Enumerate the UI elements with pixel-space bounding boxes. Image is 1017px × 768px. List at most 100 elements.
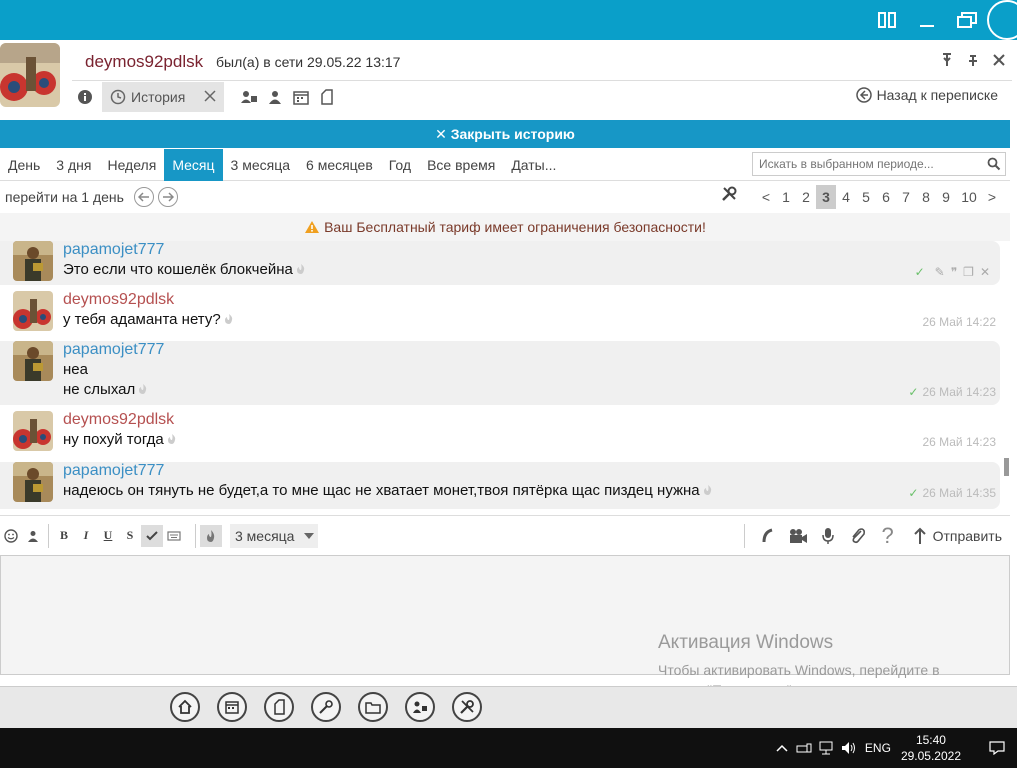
- help-icon[interactable]: ?: [877, 523, 899, 548]
- history-search-input[interactable]: [759, 157, 979, 171]
- history-search[interactable]: [752, 152, 1006, 176]
- italic-button[interactable]: I: [75, 525, 97, 547]
- emoji-icon[interactable]: [0, 525, 22, 547]
- users-lock-icon[interactable]: [238, 86, 260, 108]
- folder-icon[interactable]: [358, 692, 388, 722]
- next-day-icon[interactable]: [157, 187, 178, 207]
- message-author[interactable]: papamojet777: [63, 462, 164, 480]
- note-icon[interactable]: [264, 692, 294, 722]
- key-icon[interactable]: [311, 692, 341, 722]
- tab-period[interactable]: Неделя: [99, 149, 164, 181]
- message-author[interactable]: deymos92pdlsk: [63, 411, 174, 429]
- message-item[interactable]: papamojet777 неа не слыхал ✓ 26 Май 14:23: [0, 341, 1000, 405]
- page-number[interactable]: 9: [936, 185, 956, 209]
- strike-button[interactable]: S: [119, 525, 141, 547]
- minimize-icon[interactable]: [907, 0, 947, 40]
- info-icon[interactable]: [74, 86, 96, 108]
- message-avatar[interactable]: [13, 411, 53, 451]
- tab-period[interactable]: Год: [381, 149, 419, 181]
- page-number[interactable]: 6: [876, 185, 896, 209]
- notifications-icon[interactable]: [977, 741, 1017, 755]
- message-list-scrollbar[interactable]: [1004, 458, 1009, 476]
- message-item[interactable]: deymos92pdlsk у тебя адаманта нету? 26 Май…: [0, 291, 1000, 335]
- page-prev[interactable]: <: [756, 185, 776, 209]
- contact-card-icon[interactable]: [22, 525, 44, 547]
- page-number[interactable]: 2: [796, 185, 816, 209]
- message-author[interactable]: papamojet777: [63, 241, 164, 259]
- tab-period[interactable]: Месяц: [164, 148, 223, 181]
- underline-button[interactable]: U: [97, 525, 119, 547]
- restore-icon[interactable]: [947, 0, 987, 40]
- page-number[interactable]: 1: [776, 185, 796, 209]
- chevron-up-icon[interactable]: [771, 728, 793, 768]
- message-line: Это если что кошелёк блокчейна: [63, 261, 293, 278]
- unpin-icon[interactable]: [965, 52, 981, 68]
- page-next[interactable]: >: [982, 185, 1002, 209]
- hardware-icon[interactable]: [793, 728, 815, 768]
- quote-icon[interactable]: ❞: [951, 265, 963, 279]
- arrow-up-icon: [913, 527, 926, 544]
- close-history-button[interactable]: ✕ Закрыть историю: [0, 120, 1010, 148]
- microphone-icon[interactable]: [817, 525, 839, 547]
- tab-period[interactable]: Даты...: [503, 149, 564, 181]
- phone-icon[interactable]: [757, 525, 779, 547]
- contact-avatar[interactable]: [0, 43, 60, 107]
- split-view-icon[interactable]: [867, 0, 907, 40]
- message-author[interactable]: papamojet777: [63, 341, 164, 359]
- tab-period[interactable]: День: [0, 149, 48, 181]
- volume-icon[interactable]: [837, 728, 859, 768]
- self-destruct-icon[interactable]: [200, 524, 222, 547]
- contacts-icon[interactable]: [264, 86, 286, 108]
- tools-icon[interactable]: [718, 185, 740, 209]
- attach-icon[interactable]: [847, 525, 869, 547]
- keyboard-icon[interactable]: [163, 525, 185, 547]
- tab-period[interactable]: 6 месяцев: [298, 149, 381, 181]
- message-avatar[interactable]: [13, 241, 53, 281]
- message-item[interactable]: deymos92pdlsk ну похуй тогда 26 Май 14:23: [0, 411, 1000, 455]
- message-ttl-select[interactable]: 3 месяца: [230, 523, 318, 548]
- prev-day-icon[interactable]: [133, 187, 154, 207]
- home-icon[interactable]: [170, 692, 200, 722]
- network-icon[interactable]: [815, 728, 837, 768]
- message-avatar[interactable]: [13, 291, 53, 331]
- bold-button[interactable]: B: [53, 525, 75, 547]
- history-navigation: перейти на 1 день <1 2 3 4 5 6 7 8 9 10 >: [0, 182, 1010, 212]
- message-avatar[interactable]: [13, 462, 53, 502]
- tab-history[interactable]: История: [102, 81, 225, 112]
- back-to-chat-link[interactable]: Назад к переписке: [855, 87, 998, 103]
- search-icon[interactable]: [987, 157, 1001, 174]
- page-number[interactable]: 5: [856, 185, 876, 209]
- video-call-icon[interactable]: [787, 525, 809, 547]
- note-icon[interactable]: [316, 86, 338, 108]
- windows-taskbar: ENG 15:40 29.05.2022: [0, 728, 1017, 768]
- tab-period[interactable]: Все время: [419, 149, 503, 181]
- tab-period[interactable]: 3 месяца: [223, 149, 298, 181]
- page-number[interactable]: 4: [836, 185, 856, 209]
- tab-period[interactable]: 3 дня: [48, 149, 99, 181]
- page-number[interactable]: 3: [816, 185, 836, 209]
- taskbar-clock[interactable]: 15:40 29.05.2022: [901, 732, 961, 764]
- page-number[interactable]: 8: [916, 185, 936, 209]
- delete-icon[interactable]: ✕: [980, 265, 996, 279]
- message-item[interactable]: papamojet777 надеюсь он тянуть не будет,а…: [0, 462, 1000, 509]
- contact-name[interactable]: deymos92pdlsk: [85, 52, 203, 72]
- message-avatar[interactable]: [13, 341, 53, 381]
- spellcheck-icon[interactable]: [141, 524, 163, 547]
- close-history-tab-icon[interactable]: [204, 89, 216, 105]
- flame-icon: [139, 384, 147, 394]
- close-window-icon[interactable]: [987, 0, 1017, 40]
- message-item[interactable]: papamojet777 Это если что кошелёк блокчей…: [0, 241, 1000, 285]
- message-author[interactable]: deymos92pdlsk: [63, 291, 174, 309]
- send-button[interactable]: Отправить: [913, 527, 1002, 545]
- edit-icon[interactable]: ✎: [935, 265, 951, 279]
- users-lock-icon[interactable]: [405, 692, 435, 722]
- calendar-icon[interactable]: [217, 692, 247, 722]
- pin-icon[interactable]: [939, 52, 955, 68]
- page-number[interactable]: 10: [956, 185, 982, 209]
- copy-icon[interactable]: ❐: [963, 265, 980, 279]
- language-indicator[interactable]: ENG: [865, 741, 891, 755]
- settings-tools-icon[interactable]: [452, 692, 482, 722]
- page-number[interactable]: 7: [896, 185, 916, 209]
- close-chat-icon[interactable]: [991, 52, 1007, 68]
- calendar-icon[interactable]: [290, 86, 312, 108]
